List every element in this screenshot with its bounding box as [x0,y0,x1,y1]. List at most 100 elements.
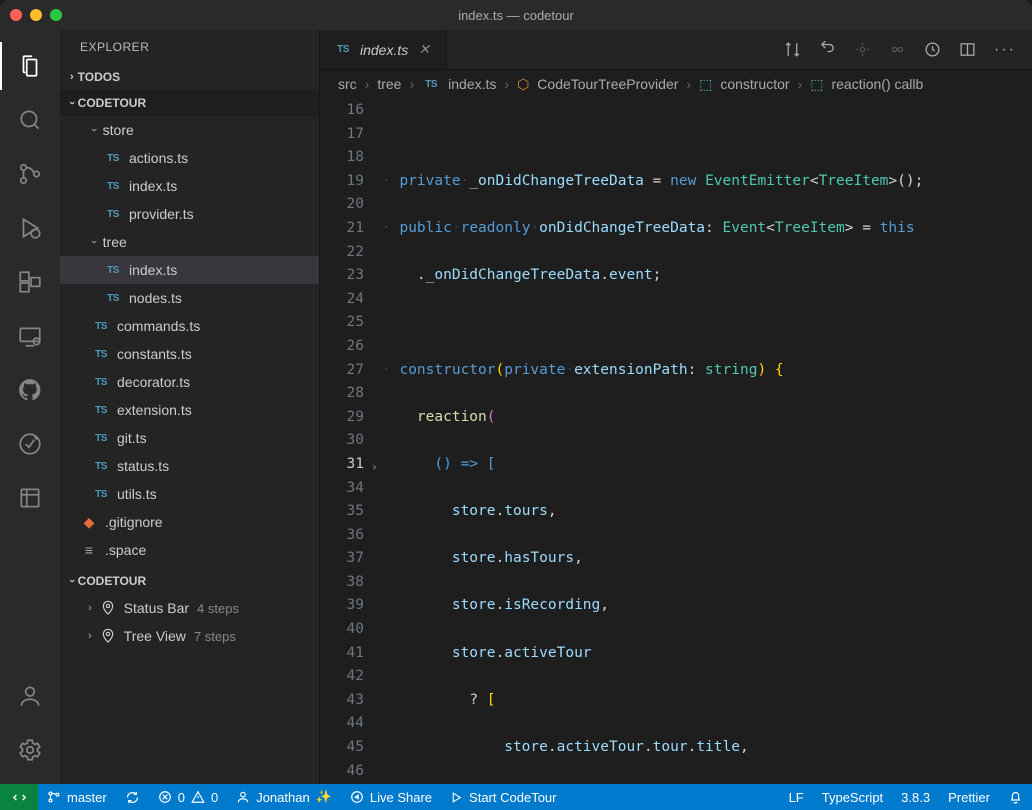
liveshare-activity[interactable] [0,420,60,468]
gutter: 16171819 20212223 24252627 282930 31› 34… [320,98,382,784]
code-content[interactable]: · private·_onDidChangeTreeData = new Eve… [382,98,1032,784]
file-extension[interactable]: TSextension.ts [60,396,319,424]
scm-activity[interactable] [0,150,60,198]
file-actions[interactable]: TSactions.ts [60,144,319,172]
ts-icon: TS [92,433,110,444]
remote-activity[interactable] [0,312,60,360]
code-area[interactable]: 16171819 20212223 24252627 282930 31› 34… [320,98,1032,784]
ts-icon: TS [92,489,110,500]
maximize-window-button[interactable] [50,9,62,21]
title-bar: index.ts — codetour [0,0,1032,30]
codetour-button[interactable]: Start CodeTour [441,784,565,810]
tour-treeview[interactable]: › Tree View 7 steps [60,622,319,650]
sidebar: EXPLORER › TODOS › CODETOUR ›store TSact… [60,30,320,784]
ts-icon: TS [92,377,110,388]
extensions-activity[interactable] [0,258,60,306]
file-git[interactable]: TSgit.ts [60,424,319,452]
file-space[interactable]: ≡.space [60,536,319,564]
ts-icon: TS [92,461,110,472]
compare-icon[interactable] [784,41,801,58]
user-button[interactable]: Jonathan ✨ [227,784,341,810]
folder-store[interactable]: ›store [60,116,319,144]
tour-statusbar[interactable]: › Status Bar 4 steps [60,594,319,622]
remote-button[interactable] [0,784,38,810]
close-window-button[interactable] [10,9,22,21]
ts-icon: TS [334,44,352,55]
chevron-down-icon: › [88,240,100,244]
ts-icon: TS [104,153,122,164]
sync-button[interactable] [116,784,149,810]
ts-icon: TS [422,79,440,90]
git-icon: ◆ [80,514,98,531]
more-icon[interactable]: ··· [994,41,1016,59]
file-constants[interactable]: TSconstants.ts [60,340,319,368]
file-status[interactable]: TSstatus.ts [60,452,319,480]
search-activity[interactable] [0,96,60,144]
ts-version-button[interactable]: 3.8.3 [892,790,939,805]
liveshare-button[interactable]: Live Share [341,784,441,810]
problems-button[interactable]: 0 0 [149,784,227,810]
codetour-activity[interactable] [0,474,60,522]
account-activity[interactable] [0,672,60,720]
action-icon[interactable] [854,41,871,58]
branch-button[interactable]: master [38,784,116,810]
debug-activity[interactable] [0,204,60,252]
editor: TS index.ts ✕ ··· src› tree› TS index.ts… [320,30,1032,784]
file-gitignore[interactable]: ◆.gitignore [60,508,319,536]
ts-icon: TS [92,405,110,416]
sparkle-icon: ✨ [316,789,332,805]
symbol-method-icon: ⬚ [810,76,823,93]
file-utils[interactable]: TSutils.ts [60,480,319,508]
split-icon[interactable] [959,41,976,58]
window-controls [10,9,62,21]
status-bar: master 0 0 Jonathan ✨ Live Share Start C… [0,784,1032,810]
bell-button[interactable] [999,790,1032,805]
revert-icon[interactable] [819,41,836,58]
section-codetour[interactable]: › CODETOUR [60,568,319,594]
chevron-down-icon: › [66,101,78,105]
symbol-class-icon: ⬡ [517,76,529,93]
map-pin-icon [100,628,116,644]
section-todos-label: TODOS [78,70,120,84]
file-decorator[interactable]: TSdecorator.ts [60,368,319,396]
section-codetour-label: CODETOUR [78,574,146,588]
section-todos[interactable]: › TODOS [60,64,319,90]
tab-bar: TS index.ts ✕ ··· [320,30,1032,70]
file-index-tree[interactable]: TSindex.ts [60,256,319,284]
language-button[interactable]: TypeScript [813,790,892,805]
file-commands[interactable]: TScommands.ts [60,312,319,340]
file-provider[interactable]: TSprovider.ts [60,200,319,228]
ts-icon: TS [104,265,122,276]
close-tab-button[interactable]: ✕ [416,39,432,60]
chevron-right-icon: › [70,71,74,83]
timeline-icon[interactable] [924,41,941,58]
prettier-button[interactable]: Prettier [939,790,999,805]
fold-icon[interactable]: › [371,456,378,480]
file-nodes[interactable]: TSnodes.ts [60,284,319,312]
ts-icon: TS [104,209,122,220]
settings-activity[interactable] [0,726,60,774]
chevron-right-icon: › [88,630,92,642]
map-pin-icon [100,600,116,616]
eol-button[interactable]: LF [780,790,813,805]
section-project[interactable]: › CODETOUR [60,90,319,116]
minimize-window-button[interactable] [30,9,42,21]
action-icon-2[interactable] [889,41,906,58]
window-title: index.ts — codetour [458,8,574,23]
file-tree: ›store TSactions.ts TSindex.ts TSprovide… [60,116,319,564]
ts-icon: TS [92,321,110,332]
ts-icon: TS [92,349,110,360]
explorer-activity[interactable] [0,42,60,90]
section-project-label: CODETOUR [78,96,146,110]
folder-tree[interactable]: ›tree [60,228,319,256]
chevron-down-icon: › [88,128,100,132]
chevron-right-icon: › [88,602,92,614]
symbol-method-icon: ⬚ [699,76,712,93]
ts-icon: TS [104,181,122,192]
ts-icon: TS [104,293,122,304]
github-activity[interactable] [0,366,60,414]
breadcrumb[interactable]: src› tree› TS index.ts› ⬡ CodeTourTreePr… [320,70,1032,98]
file-index-store[interactable]: TSindex.ts [60,172,319,200]
file-icon: ≡ [80,542,98,558]
tab-index[interactable]: TS index.ts ✕ [320,30,447,69]
